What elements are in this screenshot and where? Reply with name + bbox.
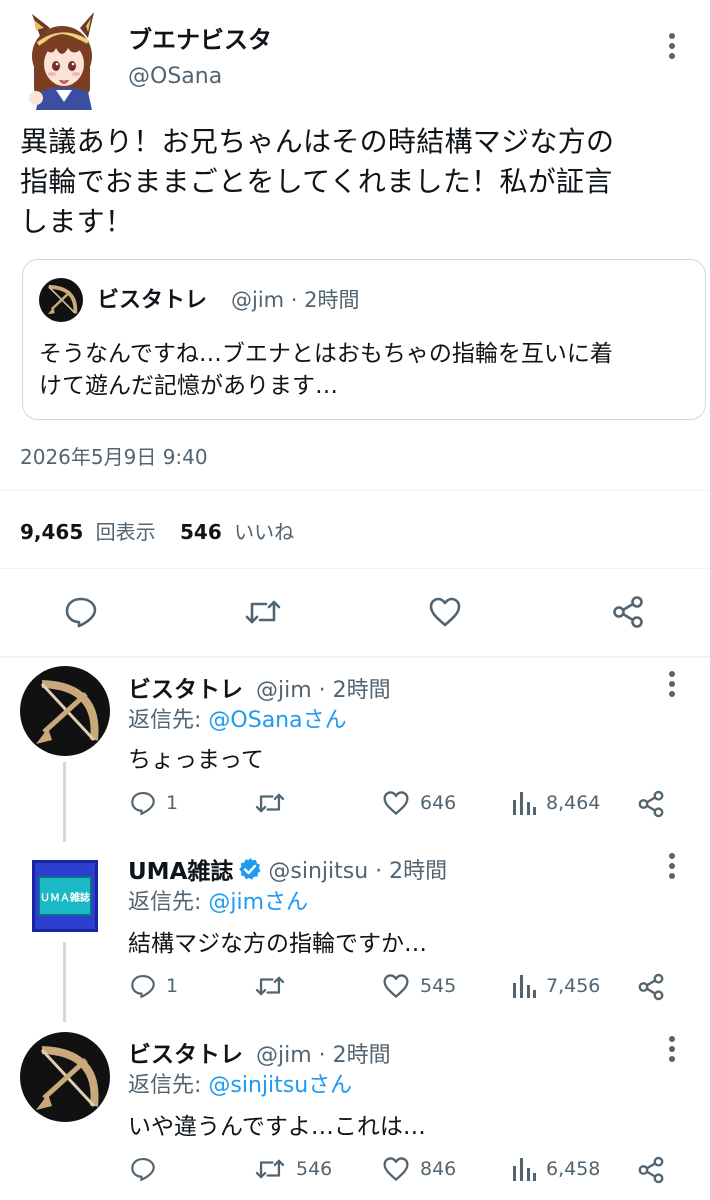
reply-text: 結構マジな方の指輪ですか… [128,931,427,957]
reply-to-line: 返信先: @OSanaさん [128,702,347,734]
reply-count: 1 [166,792,179,814]
reply-display-name[interactable]: ビスタトレ [128,677,243,703]
quoted-tweet-display-name[interactable]: ビスタトレ [97,282,207,314]
quoted-tweet-text: そうなんですね…ブエナとはおもちゃの指輪を互いに着 けて遊んだ記憶があります… [39,338,613,402]
main-tweet-display-name[interactable]: ブエナビスタ [128,20,272,55]
quoted-tweet-text-line: そうなんですね…ブエナとはおもちゃの指輪を互いに着 [39,341,613,367]
reply-to-prefix: 返信先: [128,1073,209,1098]
more-vertical-icon[interactable] [662,846,682,886]
reply-bubble-icon [131,791,155,816]
reply-display-name[interactable]: ビスタトレ [128,1042,243,1068]
reply-action[interactable]: 1 [130,973,178,999]
reply-text: いや違うんですよ…これは… [128,1114,426,1140]
retweet-icon [255,976,285,996]
retweet-action[interactable] [254,790,296,816]
views-action[interactable]: 8,464 [512,790,600,816]
thread-connector [63,762,66,842]
tweet-timestamp[interactable]: 2026年5月9日 9:40 [20,441,208,470]
main-tweet-text-line: します！ [20,205,134,238]
like-action[interactable]: 545 [382,973,456,999]
heart-icon [383,974,409,999]
share-icon[interactable] [636,1155,666,1185]
reply-to-prefix: 返信先: [128,708,209,733]
reply-to-link[interactable]: @OSanaさん [208,708,346,733]
like-action[interactable]: 846 [382,1156,456,1182]
main-tweet-text-line: 指輪でおままごとをしてくれました！私が証言 [20,165,613,198]
heart-icon [383,1157,409,1182]
reply-to-prefix: 返信先: [128,890,209,915]
reply-to-link[interactable]: @sinjitsuさん [208,1073,352,1098]
verified-badge-icon [239,858,261,880]
reply-avatar[interactable] [20,666,110,756]
reply-bubble-icon [131,974,155,999]
reply-to-link[interactable]: @jimさん [208,890,308,915]
reply-handle-time: @sinjitsu · 2時間 [268,859,448,884]
reply-bubble-icon[interactable] [64,596,98,628]
reply-avatar[interactable]: ＵＭＡ雑誌 [32,860,98,932]
view-count: 6,458 [546,1158,601,1180]
reply-header: UMA雑誌 @sinjitsu · 2時間 [128,852,447,886]
reply-display-name[interactable]: UMA雑誌 [128,852,233,886]
view-count: 8,464 [546,792,601,814]
divider [0,656,710,658]
reply-header: ビスタトレ @jim · 2時間 [128,1035,391,1069]
views-bars-icon [513,975,536,998]
quoted-tweet-text-line: けて遊んだ記憶があります… [39,373,338,399]
retweet-action[interactable] [254,973,296,999]
divider [0,568,710,569]
share-icon[interactable] [636,972,666,1002]
reply-count: 1 [166,975,179,997]
view-count: 7,456 [546,975,601,997]
likes-count[interactable]: 546 [180,520,222,544]
reply-action[interactable]: 1 [130,790,178,816]
more-vertical-icon[interactable] [662,26,682,66]
main-tweet-text-line: 異議あり！お兄ちゃんはその時結構マジな方の [20,125,615,158]
heart-icon[interactable] [428,596,462,628]
reply-bubble-icon [131,1157,155,1182]
views-count: 9,465 [20,520,84,544]
heart-icon [383,791,409,816]
avatar-logo-text: ＵＭＡ雑誌 [40,892,90,904]
reply-avatar[interactable] [20,1032,110,1122]
reply-to-line: 返信先: @sinjitsuさん [128,1067,352,1099]
more-vertical-icon[interactable] [662,1029,682,1069]
divider [0,490,710,491]
retweet-icon[interactable] [244,596,282,628]
retweet-count: 546 [296,1158,333,1180]
retweet-action[interactable]: 546 [254,1156,332,1182]
thread-connector [63,942,66,1022]
retweet-icon [255,793,285,813]
reply-handle-time: @jim · 2時間 [256,678,391,703]
main-tweet-avatar[interactable] [22,12,100,110]
like-count: 646 [420,792,457,814]
views-action[interactable]: 6,458 [512,1156,600,1182]
more-vertical-icon[interactable] [662,664,682,704]
main-tweet-text: 異議あり！お兄ちゃんはその時結構マジな方の 指輪でおままごとをしてくれました！私… [20,122,614,242]
share-icon[interactable] [636,789,666,819]
views-action[interactable]: 7,456 [512,973,600,999]
quoted-tweet-card[interactable]: ビスタトレ @jim · 2時間 そうなんですね…ブエナとはおもちゃの指輪を互い… [22,259,706,420]
quoted-tweet-handle-time: @jim · 2時間 [231,288,360,312]
views-label: 回表示 [95,520,156,544]
reply-handle-time: @jim · 2時間 [256,1043,391,1068]
likes-label[interactable]: いいね [234,520,294,544]
share-icon[interactable] [610,594,646,630]
retweet-icon [255,1159,285,1179]
main-tweet-handle[interactable]: @OSana [128,64,222,89]
quoted-tweet-avatar [39,278,83,322]
like-action[interactable]: 646 [382,790,456,816]
reply-to-line: 返信先: @jimさん [128,884,308,916]
reply-header: ビスタトレ @jim · 2時間 [128,670,391,704]
views-bars-icon [513,792,536,815]
like-count: 545 [420,975,457,997]
views-bars-icon [513,1158,536,1181]
tweet-stats: 9,465 回表示 546 いいね [20,516,294,545]
like-count: 846 [420,1158,457,1180]
reply-text: ちょっまって [128,747,264,773]
reply-action[interactable] [130,1156,166,1182]
